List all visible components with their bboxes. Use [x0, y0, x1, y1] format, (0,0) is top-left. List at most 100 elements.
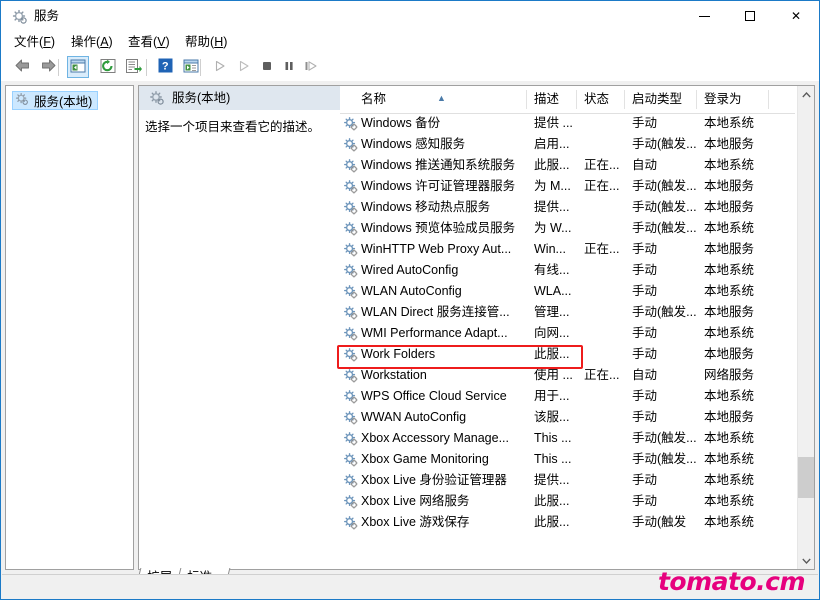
table-row[interactable]: WPS Office Cloud Service 用于... 手动 本地系统 [340, 386, 795, 407]
table-row[interactable]: Xbox Live 身份验证管理器 提供... 手动 本地系统 [340, 470, 795, 491]
services-list-pane: 服务(本地) 选择一个项目来查看它的描述。 名称 描述 状态 启动类型 登录为 ▲ Win… [138, 85, 815, 570]
table-row[interactable]: Xbox Accessory Manage... This ... 手动(触发...… [340, 428, 795, 449]
column-divider[interactable] [526, 90, 527, 109]
cell-log-on-as: 本地服务 [704, 410, 755, 424]
menu-help[interactable]: 帮助(H) [180, 34, 232, 51]
stop-service-button[interactable] [256, 56, 278, 78]
service-gear-icon [343, 347, 358, 362]
column-header-status[interactable]: 状态 [577, 86, 609, 112]
cell-startup-type: 手动 [632, 410, 658, 424]
maximize-button[interactable] [727, 1, 773, 31]
minimize-button[interactable] [681, 1, 727, 31]
table-row[interactable]: Windows 许可证管理器服务 为 M... 正在... 手动(触发... 本地服务 [340, 176, 795, 197]
table-row[interactable]: Xbox Live 游戏保存 此服... 手动(触发 本地系统 [340, 512, 795, 533]
service-gear-icon [343, 410, 358, 425]
pause-service-button[interactable] [278, 56, 300, 78]
close-button[interactable]: ✕ [773, 1, 819, 31]
service-gear-icon [343, 137, 358, 152]
sidebar-item-services-local[interactable]: 服务(本地) [12, 91, 99, 110]
cell-log-on-as: 本地服务 [704, 200, 755, 214]
column-header-desc[interactable]: 描述 [527, 86, 559, 112]
menu-help-label: 帮助 [185, 35, 211, 49]
back-button[interactable] [11, 56, 33, 78]
table-row[interactable]: Work Folders 此服... 手动 本地服务 [340, 344, 795, 365]
cell-description: 此服... [534, 347, 570, 361]
cell-description: 此服... [534, 158, 570, 172]
scroll-up-button[interactable] [798, 86, 814, 103]
svg-text:?: ? [161, 61, 168, 73]
table-row[interactable]: WWAN AutoConfig 该服... 手动 本地服务 [340, 407, 795, 428]
scrollbar-thumb[interactable] [798, 457, 814, 498]
cell-description: 向网... [534, 326, 570, 340]
console-tree-pane: 服务(本地) [5, 85, 134, 570]
cell-log-on-as: 本地系统 [704, 326, 755, 340]
sort-ascending-icon: ▲ [437, 93, 446, 103]
table-row[interactable]: WMI Performance Adapt... 向网... 手动 本地系统 [340, 323, 795, 344]
service-gear-icon [343, 200, 358, 215]
cell-name: WMI Performance Adapt... [361, 326, 508, 340]
cell-log-on-as: 本地系统 [704, 515, 755, 529]
cell-log-on-as: 本地系统 [704, 116, 755, 130]
column-divider[interactable] [768, 90, 769, 109]
cell-startup-type: 手动 [632, 263, 658, 277]
table-row[interactable]: Windows 预览体验成员服务 为 W... 手动(触发... 本地系统 [340, 218, 795, 239]
cell-startup-type: 手动(触发... [632, 179, 697, 193]
column-header-name[interactable]: 名称 [354, 86, 386, 112]
show-action-pane-button[interactable] [180, 56, 202, 78]
list-vertical-scrollbar[interactable] [797, 86, 814, 569]
restart-service-button[interactable] [300, 56, 322, 78]
cell-log-on-as: 本地系统 [704, 473, 755, 487]
table-row[interactable]: Windows 移动热点服务 提供... 手动(触发... 本地服务 [340, 197, 795, 218]
cell-startup-type: 手动 [632, 284, 658, 298]
details-header: 服务(本地) [139, 86, 348, 110]
cell-description: 此服... [534, 494, 570, 508]
cell-description: 提供... [534, 473, 570, 487]
cell-startup-type: 手动 [632, 494, 658, 508]
show-hide-tree-button[interactable] [67, 56, 89, 78]
refresh-button[interactable] [97, 56, 119, 78]
cell-status: 正在... [584, 158, 620, 172]
cell-description: 启用... [534, 137, 570, 151]
column-divider[interactable] [696, 90, 697, 109]
table-row[interactable]: WLAN Direct 服务连接管... 管理... 手动(触发... 本地服务 [340, 302, 795, 323]
column-header-start[interactable]: 启动类型 [625, 86, 682, 112]
column-divider[interactable] [624, 90, 625, 109]
services-window: 服务 ✕ 文件(F) 操作(A) 查看(V) 帮助(H) ? 服务(本地) 服务… [0, 0, 820, 600]
table-row[interactable]: Xbox Game Monitoring This ... 手动(触发... 本地系统 [340, 449, 795, 470]
cell-description: 用于... [534, 389, 570, 403]
table-row[interactable]: WLAN AutoConfig WLA... 手动 本地系统 [340, 281, 795, 302]
minimize-icon [698, 15, 710, 17]
column-header-logon[interactable]: 登录为 [697, 86, 742, 112]
service-gear-icon [343, 452, 358, 467]
menu-view[interactable]: 查看(V) [123, 34, 175, 51]
table-row[interactable]: Workstation 使用 ... 正在... 自动 网络服务 [340, 365, 795, 386]
table-row[interactable]: Wired AutoConfig 有线... 手动 本地系统 [340, 260, 795, 281]
menu-file[interactable]: 文件(F) [9, 34, 60, 51]
service-details-column: 服务(本地) 选择一个项目来查看它的描述。 [139, 86, 348, 569]
table-row[interactable]: WinHTTP Web Proxy Aut... Win... 正在... 手动 本地服… [340, 239, 795, 260]
help-button[interactable]: ? [154, 56, 176, 78]
table-row[interactable]: Windows 感知服务 启用... 手动(触发... 本地服务 [340, 134, 795, 155]
forward-button[interactable] [37, 56, 59, 78]
start-service-button[interactable] [209, 56, 231, 78]
table-row[interactable]: Xbox Live 网络服务 此服... 手动 本地系统 [340, 491, 795, 512]
table-row[interactable]: Windows 备份 提供 ... 手动 本地系统 [340, 113, 795, 134]
resume-service-button[interactable] [233, 56, 255, 78]
cell-description: 提供... [534, 200, 570, 214]
table-row[interactable]: Windows 推送通知系统服务 此服... 正在... 自动 本地系统 [340, 155, 795, 176]
cell-description: WLA... [534, 284, 572, 298]
cell-name: Windows 移动热点服务 [361, 200, 491, 214]
column-divider[interactable] [576, 90, 577, 109]
cell-startup-type: 手动(触发... [632, 137, 697, 151]
service-gear-icon [343, 326, 358, 341]
service-gear-icon [343, 494, 358, 509]
cell-name: Windows 备份 [361, 116, 441, 130]
cell-log-on-as: 本地服务 [704, 179, 755, 193]
export-list-button[interactable] [123, 56, 145, 78]
cell-name: Workstation [361, 368, 427, 382]
menu-action[interactable]: 操作(A) [66, 34, 118, 51]
cell-name: Wired AutoConfig [361, 263, 459, 277]
cell-log-on-as: 本地服务 [704, 305, 755, 319]
cell-description: 有线... [534, 263, 570, 277]
cell-description: Win... [534, 242, 566, 256]
